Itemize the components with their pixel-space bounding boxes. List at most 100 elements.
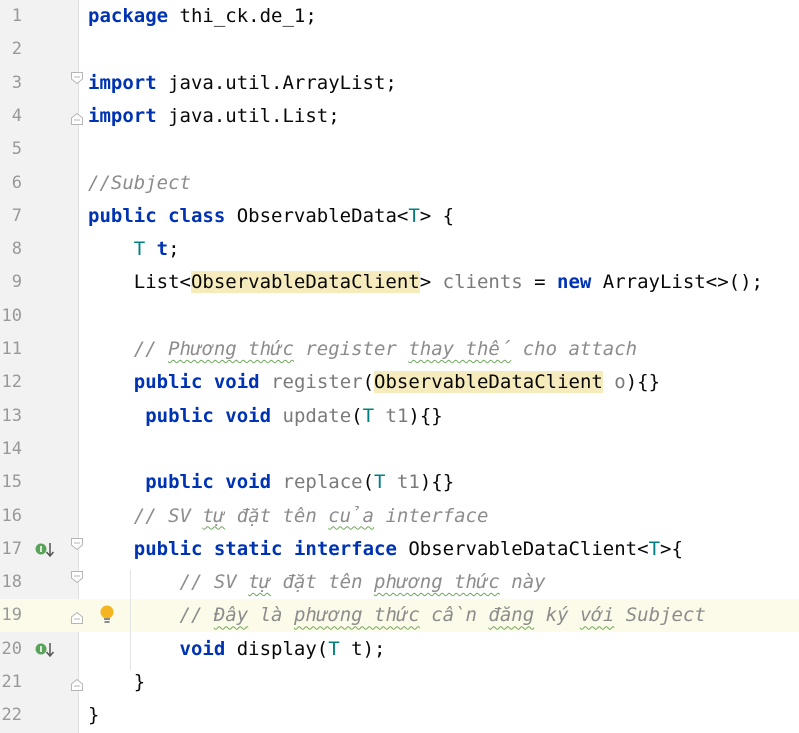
- line-number: 14: [1, 438, 22, 459]
- code-token: }: [88, 671, 146, 693]
- code-line[interactable]: 8 T t;: [0, 233, 799, 266]
- code-line[interactable]: 9 List<ObservableDataClient> clients = n…: [0, 266, 799, 299]
- code-token: new: [557, 271, 592, 294]
- code-line[interactable]: 13 public void update(T t1){}: [0, 400, 799, 433]
- code-text[interactable]: }: [88, 666, 145, 699]
- line-number: 10: [1, 305, 22, 326]
- code-text[interactable]: }: [88, 699, 99, 732]
- code-line[interactable]: 7 public class ObservableData<T> {: [0, 200, 799, 233]
- fold-open-icon[interactable]: [70, 537, 84, 551]
- code-token: public: [133, 537, 203, 560]
- code-line[interactable]: 10: [0, 300, 799, 333]
- code-token: public: [145, 471, 214, 494]
- code-line[interactable]: 5: [0, 133, 799, 166]
- fold-close-icon[interactable]: [70, 611, 84, 625]
- line-gutter[interactable]: 7: [0, 200, 78, 233]
- code-line[interactable]: 11 // Phương thức register thay thế cho …: [0, 333, 799, 366]
- code-text[interactable]: //Subject: [88, 167, 191, 200]
- lightbulb-icon[interactable]: [98, 604, 116, 626]
- line-number: 8: [11, 239, 22, 260]
- code-token: Đây: [213, 604, 249, 627]
- implemented-interface-icon[interactable]: [35, 542, 57, 558]
- line-gutter[interactable]: 6: [0, 167, 78, 200]
- line-gutter[interactable]: 15: [0, 466, 78, 499]
- line-gutter[interactable]: 9: [0, 266, 78, 299]
- line-number: 22: [1, 705, 22, 726]
- line-gutter[interactable]: 3: [0, 67, 78, 100]
- fold-open-icon[interactable]: [70, 570, 84, 584]
- code-line[interactable]: 12 public void register(ObservableDataCl…: [0, 366, 799, 399]
- code-text[interactable]: // Phương thức register thay thế cho att…: [88, 333, 637, 366]
- code-token: phương thức: [293, 604, 420, 627]
- line-gutter[interactable]: 14: [0, 433, 78, 466]
- fold-open-icon[interactable]: [70, 71, 84, 85]
- code-text[interactable]: void display(T t);: [88, 633, 386, 666]
- code-token: T: [328, 637, 340, 660]
- fold-close-icon[interactable]: [70, 112, 84, 126]
- code-token: t: [156, 238, 169, 261]
- line-gutter[interactable]: 12: [0, 366, 78, 399]
- code-editor[interactable]: 1 package thi_ck.de_1; 2 3 import java.util.…: [0, 0, 799, 733]
- line-gutter[interactable]: 18: [0, 566, 78, 599]
- line-gutter[interactable]: 8: [0, 233, 78, 266]
- code-line[interactable]: 16 // SV tự đặt tên của interface: [0, 500, 799, 533]
- code-token: import: [88, 104, 157, 127]
- code-text[interactable]: // Đây là phương thức cần đăng ký với Su…: [88, 599, 706, 632]
- code-line[interactable]: 2: [0, 33, 799, 66]
- implemented-method-icon[interactable]: [35, 642, 57, 658]
- fold-close-icon[interactable]: [70, 678, 84, 692]
- code-token: cần: [419, 604, 489, 627]
- code-text[interactable]: public static interface ObservableDataCl…: [88, 533, 683, 566]
- code-text[interactable]: package thi_ck.de_1;: [88, 0, 317, 33]
- code-line[interactable]: 19 // Đây là phương thức cần đăng ký với…: [0, 599, 799, 633]
- code-text[interactable]: // SV tự đặt tên phương thức này: [88, 566, 546, 599]
- line-number: 7: [11, 205, 22, 226]
- code-text[interactable]: import java.util.List;: [88, 100, 340, 133]
- code-line[interactable]: 17 public static interface ObservableDat…: [0, 533, 799, 566]
- code-line[interactable]: 21 }: [0, 666, 799, 699]
- line-gutter[interactable]: 13: [0, 400, 78, 433]
- code-token: }: [88, 704, 100, 727]
- code-token: ;: [168, 238, 180, 261]
- line-number: 18: [1, 572, 22, 593]
- code-line[interactable]: 20 void display(T t);: [0, 633, 799, 666]
- code-token: void: [225, 404, 272, 427]
- line-gutter[interactable]: 10: [0, 300, 78, 333]
- code-line[interactable]: 14: [0, 433, 799, 466]
- line-gutter[interactable]: 19: [0, 599, 78, 633]
- code-line[interactable]: 1 package thi_ck.de_1;: [0, 0, 799, 33]
- code-line[interactable]: 15 public void replace(T t1){}: [0, 466, 799, 499]
- code-text[interactable]: List<ObservableDataClient> clients = new…: [88, 266, 763, 299]
- code-text[interactable]: // SV tự đặt tên của interface: [88, 500, 489, 533]
- code-line[interactable]: 3 import java.util.ArrayList;: [0, 67, 799, 100]
- line-gutter[interactable]: 1: [0, 0, 78, 33]
- line-gutter[interactable]: 21: [0, 666, 78, 699]
- code-text[interactable]: T t;: [88, 233, 180, 266]
- line-gutter[interactable]: 11: [0, 333, 78, 366]
- code-token: public: [88, 204, 157, 227]
- code-text[interactable]: public class ObservableData<T> {: [88, 200, 454, 233]
- line-gutter[interactable]: 22: [0, 699, 78, 732]
- code-token: List<: [88, 271, 191, 294]
- code-text[interactable]: import java.util.ArrayList;: [88, 67, 397, 100]
- line-number: 9: [11, 272, 22, 293]
- code-token: là: [248, 604, 294, 627]
- line-gutter[interactable]: 2: [0, 33, 78, 66]
- line-gutter[interactable]: 16: [0, 500, 78, 533]
- line-number: 20: [1, 638, 22, 659]
- code-line[interactable]: 6 //Subject: [0, 167, 799, 200]
- code-text[interactable]: public void replace(T t1){}: [88, 466, 454, 499]
- code-line[interactable]: 22}: [0, 699, 799, 732]
- code-line[interactable]: 4 import java.util.List;: [0, 100, 799, 133]
- line-gutter[interactable]: 5: [0, 133, 78, 166]
- line-number: 19: [1, 605, 22, 626]
- code-text[interactable]: public void update(T t1){}: [88, 400, 443, 433]
- code-text[interactable]: public void register(ObservableDataClien…: [88, 366, 660, 399]
- code-line[interactable]: 18 // SV tự đặt tên phương thức này: [0, 566, 799, 599]
- code-token: void: [225, 471, 272, 494]
- line-gutter[interactable]: 4: [0, 100, 78, 133]
